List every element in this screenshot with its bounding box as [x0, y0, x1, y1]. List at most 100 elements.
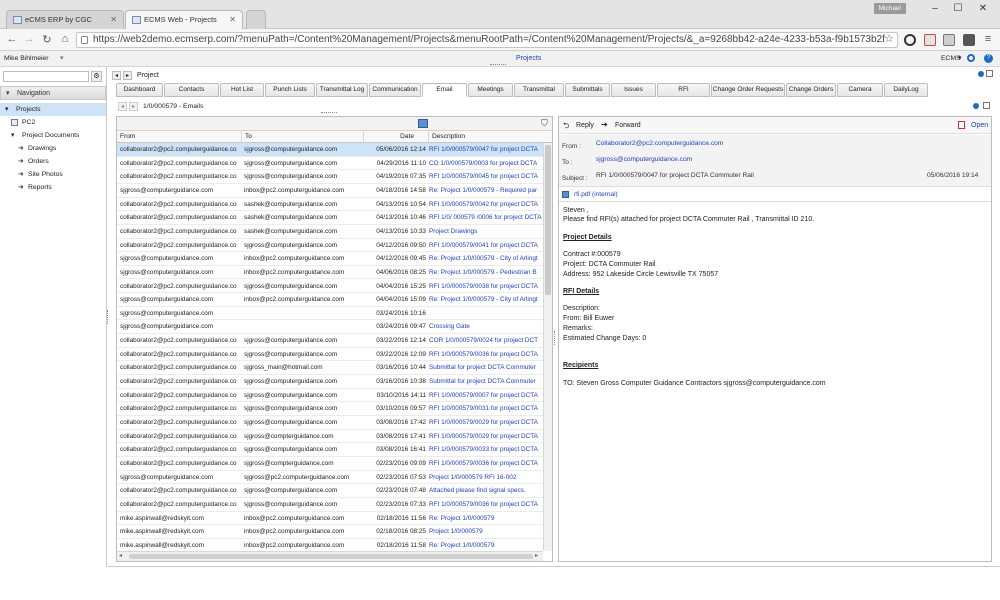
extension-icon[interactable]	[943, 34, 955, 46]
restore-icon[interactable]	[983, 102, 990, 109]
tab-dailylog[interactable]: DailyLog	[884, 83, 928, 97]
info-icon[interactable]	[973, 103, 979, 109]
table-row[interactable]: collaborator2@pc2.computerguidance.co sjg…	[117, 416, 543, 430]
collapse-handle[interactable]	[490, 64, 506, 66]
extension-icon[interactable]	[963, 34, 975, 46]
collapse-left-icon[interactable]: ◂	[118, 102, 127, 111]
table-row[interactable]: collaborator2@pc2.computerguidance.co sjg…	[117, 334, 543, 348]
menu-icon[interactable]: ≡	[981, 33, 995, 45]
table-row[interactable]: sjgross@computerguidance.com inbox@pc2.co…	[117, 293, 543, 307]
extension-icon[interactable]	[924, 34, 936, 46]
filter-icon[interactable]: ⛉	[541, 118, 548, 129]
table-row[interactable]: collaborator2@pc2.computerguidance.co sjg…	[117, 443, 543, 457]
nav-search-input[interactable]	[3, 71, 89, 82]
table-row[interactable]: collaborator2@pc2.computerguidance.co sas…	[117, 211, 543, 225]
browser-tab[interactable]: eCMS ERP by CGC ✕	[6, 10, 124, 29]
ecms-dropdown-icon[interactable]: ▾	[958, 54, 962, 62]
forward-nav-icon[interactable]: →	[22, 33, 36, 45]
tab-hot-list[interactable]: Hot List	[220, 83, 264, 97]
tab-change-order-requests[interactable]: Change Order Requests	[711, 83, 785, 97]
calendar-icon[interactable]	[418, 119, 428, 128]
table-row[interactable]: collaborator2@pc2.computerguidance.co sjg…	[117, 498, 543, 512]
browser-tab-active[interactable]: ECMS Web - Projects ✕	[125, 10, 243, 29]
help-icon[interactable]: ?	[984, 54, 993, 63]
tab-rfi[interactable]: RFI	[657, 83, 710, 97]
column-header-date[interactable]: Date	[364, 131, 429, 143]
profile-chip[interactable]: Michael	[873, 3, 906, 14]
home-icon[interactable]: ⌂	[58, 33, 72, 45]
table-row[interactable]: sjgross@computerguidance.com inbox@pc2.co…	[117, 184, 543, 198]
column-header-description[interactable]: Description	[429, 131, 543, 143]
table-row[interactable]: sjgross@computerguidance.com 03/24/2016 1…	[117, 307, 543, 321]
table-row[interactable]: collaborator2@pc2.computerguidance.co sas…	[117, 225, 543, 239]
reply-button[interactable]: Reply	[576, 122, 594, 129]
open-button[interactable]: Open	[971, 122, 988, 129]
collapse-left-icon[interactable]: ◂	[112, 71, 121, 80]
user-dropdown-icon[interactable]: ▾	[60, 54, 64, 62]
reload-icon[interactable]: ↻	[40, 33, 54, 46]
column-header-to[interactable]: To	[242, 131, 364, 143]
column-header-from[interactable]: From	[117, 131, 242, 143]
nav-item-reports[interactable]: ➜ Reports	[0, 181, 106, 194]
scroll-right-icon[interactable]: ▸	[535, 552, 538, 559]
table-row[interactable]: collaborator2@pc2.computerguidance.co sjg…	[117, 375, 543, 389]
tab-camera[interactable]: Camera	[837, 83, 883, 97]
extension-icon[interactable]	[904, 34, 916, 46]
maximize-icon[interactable]: ☐	[949, 3, 967, 14]
splitter-grip[interactable]	[554, 331, 556, 345]
tab-punch-lists[interactable]: Punch Lists	[265, 83, 315, 97]
close-tab-icon[interactable]: ✕	[110, 15, 117, 24]
table-row[interactable]: sjgross@computerguidance.com sjgross@pc2.…	[117, 471, 543, 485]
tab-dashboard[interactable]: Dashboard	[116, 83, 163, 97]
table-row[interactable]: sjgross@computerguidance.com inbox@pc2.co…	[117, 266, 543, 280]
table-row[interactable]: collaborator2@pc2.computerguidance.co sjg…	[117, 361, 543, 376]
table-row[interactable]: sjgross@computerguidance.com 03/24/2016 0…	[117, 320, 543, 335]
tab-meetings[interactable]: Meetings	[468, 83, 513, 97]
close-tab-icon[interactable]: ✕	[229, 15, 236, 24]
scroll-thumb[interactable]	[545, 145, 551, 295]
scroll-thumb[interactable]	[129, 554, 533, 559]
expand-right-icon[interactable]: ▸	[129, 102, 138, 111]
expand-right-icon[interactable]: ▸	[123, 71, 132, 80]
url-input[interactable]: https://web2demo.ecmserp.com/?menuPath=/…	[76, 32, 898, 48]
nav-item-drawings[interactable]: ➜ Drawings	[0, 142, 106, 155]
table-row[interactable]: collaborator2@pc2.computerguidance.co sjg…	[117, 157, 543, 171]
attachment-link[interactable]: rfi.pdf (internal)	[574, 191, 618, 198]
table-row[interactable]: mike.aspinwall@redskyit.com inbox@pc2.com…	[117, 512, 543, 526]
vertical-scrollbar[interactable]	[543, 143, 552, 551]
collapse-handle[interactable]	[321, 112, 337, 114]
table-row[interactable]: sjgross@computerguidance.com inbox@pc2.co…	[117, 252, 543, 266]
search-icon[interactable]	[967, 54, 975, 62]
back-icon[interactable]: ←	[5, 33, 19, 45]
table-row[interactable]: collaborator2@pc2.computerguidance.co sas…	[117, 198, 543, 212]
table-row[interactable]: collaborator2@pc2.computerguidance.co sjg…	[117, 280, 543, 294]
scroll-left-icon[interactable]: ◂	[119, 552, 122, 559]
tab-email[interactable]: Email	[422, 83, 467, 97]
user-name[interactable]: Mike Bihlmeier	[4, 55, 49, 62]
from-value[interactable]: Collaborator2@pc2.computerguidance.com	[596, 140, 723, 147]
table-row[interactable]: collaborator2@pc2.computerguidance.co sjg…	[117, 402, 543, 416]
horizontal-scrollbar[interactable]: ◂ ▸	[117, 551, 543, 561]
table-row[interactable]: collaborator2@pc2.computerguidance.co sjg…	[117, 457, 543, 471]
settings-icon[interactable]: ⚙	[91, 71, 102, 82]
close-window-icon[interactable]: ✕	[974, 3, 992, 14]
tab-transmittal[interactable]: Transmittal	[514, 83, 564, 97]
info-icon[interactable]	[978, 71, 984, 77]
new-tab-button[interactable]	[246, 10, 266, 29]
nav-item-site-photos[interactable]: ➜ Site Photos	[0, 168, 106, 181]
table-row[interactable]: mike.aspinwall@redskyit.com inbox@pc2.com…	[117, 525, 543, 539]
table-row[interactable]: collaborator2@pc2.computerguidance.co sjg…	[117, 170, 543, 184]
table-row[interactable]: collaborator2@pc2.computerguidance.co sjg…	[117, 430, 543, 444]
to-value[interactable]: sjgross@computerguidance.com	[596, 156, 692, 163]
tab-submittals[interactable]: Submittals	[565, 83, 610, 97]
nav-item-pc2[interactable]: PC2	[0, 116, 106, 129]
tab-transmittal-log[interactable]: Transmittal Log	[316, 83, 368, 97]
forward-button[interactable]: Forward	[615, 122, 641, 129]
tab-change-orders[interactable]: Change Orders	[786, 83, 836, 97]
bookmark-star-icon[interactable]: ☆	[882, 32, 896, 45]
table-row[interactable]: collaborator2@pc2.computerguidance.co sjg…	[117, 484, 543, 498]
table-row[interactable]: collaborator2@pc2.computerguidance.co sjg…	[117, 239, 543, 253]
table-row[interactable]: collaborator2@pc2.computerguidance.co sjg…	[117, 143, 543, 157]
table-row[interactable]: collaborator2@pc2.computerguidance.co sjg…	[117, 389, 543, 403]
nav-item-orders[interactable]: ➜ Orders	[0, 155, 106, 168]
